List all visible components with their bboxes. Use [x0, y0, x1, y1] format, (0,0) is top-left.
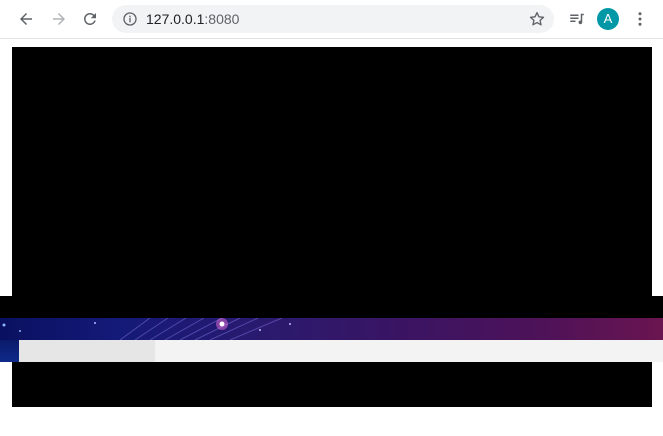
- reload-button[interactable]: [78, 7, 102, 31]
- address-bar[interactable]: 127.0.0.1:8080: [112, 5, 554, 33]
- url-text[interactable]: 127.0.0.1:8080: [146, 11, 239, 27]
- banner-image: [0, 318, 663, 340]
- banner-decoration: [2, 318, 291, 340]
- forward-button[interactable]: [47, 7, 71, 31]
- reload-icon: [83, 12, 96, 25]
- nav-tab[interactable]: [19, 340, 155, 362]
- back-button[interactable]: [14, 7, 38, 31]
- url-port: :8080: [204, 11, 240, 27]
- queue-music-icon: [570, 13, 584, 25]
- media-control-button[interactable]: [565, 7, 589, 31]
- more-vertical-icon: [638, 12, 642, 26]
- arrow-right-icon: [53, 13, 65, 25]
- url-host: 127.0.0.1: [146, 11, 205, 27]
- blank-black-area-top: [12, 47, 652, 297]
- info-icon[interactable]: [122, 11, 138, 27]
- banner-left-strip: [0, 340, 19, 362]
- profile-avatar[interactable]: A: [597, 8, 619, 30]
- menu-button[interactable]: [628, 7, 652, 31]
- browser-toolbar: 127.0.0.1:8080 A: [0, 0, 663, 39]
- star-icon[interactable]: [528, 10, 546, 28]
- blank-black-area-bottom: [12, 362, 652, 407]
- black-band: [0, 296, 663, 319]
- arrow-left-icon: [20, 13, 32, 25]
